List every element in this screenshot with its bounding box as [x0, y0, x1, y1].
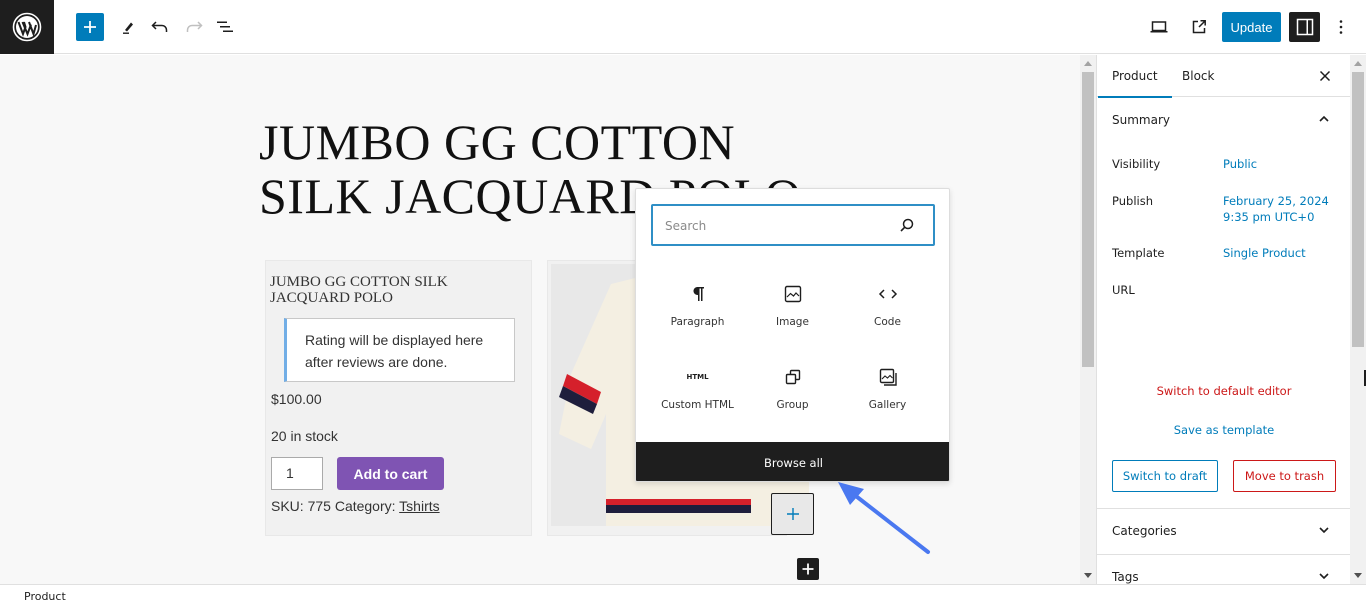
sidebar-icon: [1296, 18, 1313, 36]
desktop-icon: [1150, 21, 1168, 33]
sku-label: SKU:: [271, 498, 304, 514]
inserter-search[interactable]: [651, 204, 935, 246]
html-icon: HTML: [686, 373, 709, 381]
visibility-value[interactable]: Public: [1223, 156, 1257, 172]
rating-notice: Rating will be displayed here after revi…: [284, 318, 515, 382]
preview-button[interactable]: [1145, 13, 1173, 41]
scroll-down-arrow[interactable]: [1084, 573, 1092, 578]
category-link[interactable]: Tshirts: [399, 498, 439, 514]
wordpress-logo[interactable]: [0, 0, 54, 54]
redo-button[interactable]: [180, 13, 208, 41]
chevron-up-icon: [1319, 115, 1329, 122]
browse-all-button[interactable]: Browse all: [636, 442, 949, 481]
save-as-template-link[interactable]: Save as template: [1097, 423, 1350, 437]
tools-button[interactable]: [114, 13, 142, 41]
settings-toggle-button[interactable]: [1289, 12, 1320, 42]
scrollbar-thumb[interactable]: [1082, 72, 1094, 367]
summary-panel-toggle[interactable]: Summary: [1097, 97, 1350, 143]
switch-to-draft-button[interactable]: Switch to draft: [1112, 460, 1218, 492]
group-icon: [785, 369, 800, 385]
plus-icon: [84, 21, 96, 33]
product-price: $100.00: [271, 391, 322, 407]
template-value[interactable]: Single Product: [1223, 245, 1306, 261]
tab-block[interactable]: Block: [1182, 55, 1214, 97]
categories-title: Categories: [1112, 524, 1177, 538]
block-label: Code: [874, 316, 901, 328]
block-breadcrumb-bar: Product: [0, 584, 1366, 607]
categories-panel-toggle[interactable]: Categories: [1097, 508, 1350, 554]
undo-button[interactable]: [146, 13, 174, 41]
block-label: Gallery: [868, 399, 907, 411]
pencil-icon: [123, 22, 133, 34]
url-label: URL: [1112, 283, 1135, 297]
product-summary-column[interactable]: JUMBO GG COTTON SILK JACQUARD POLO Ratin…: [265, 260, 532, 536]
scroll-up-arrow[interactable]: [1354, 61, 1362, 66]
tab-product[interactable]: Product: [1098, 55, 1171, 98]
search-icon: [900, 218, 914, 232]
quick-inserter: Paragraph Image Code HTML Custom HTML Gr…: [635, 188, 950, 482]
scroll-up-arrow[interactable]: [1084, 61, 1092, 66]
code-icon: [878, 289, 897, 299]
more-vertical-icon: [1339, 20, 1343, 34]
options-button[interactable]: [1327, 13, 1355, 41]
publish-date: February 25, 2024: [1223, 194, 1329, 208]
block-group[interactable]: Group: [745, 359, 840, 429]
move-to-trash-button[interactable]: Move to trash: [1233, 460, 1336, 492]
tags-panel-toggle[interactable]: Tags: [1097, 554, 1350, 584]
plus-icon: [786, 508, 799, 520]
breadcrumb-item[interactable]: Product: [24, 590, 66, 603]
stock-status: 20 in stock: [271, 428, 338, 444]
switch-default-editor-link[interactable]: Switch to default editor: [1097, 384, 1350, 398]
default-block-appender[interactable]: [797, 558, 819, 580]
publish-time: 9:35 pm UTC+0: [1223, 210, 1315, 224]
update-button[interactable]: Update: [1222, 12, 1281, 42]
sidebar-tabs: Product Block: [1097, 55, 1350, 98]
plus-icon: [802, 563, 814, 575]
block-appender-button[interactable]: [771, 493, 814, 535]
publish-label: Publish: [1112, 194, 1153, 208]
visibility-label: Visibility: [1112, 157, 1161, 171]
block-label: Image: [776, 316, 809, 328]
block-gallery[interactable]: Gallery: [840, 359, 935, 429]
template-label: Template: [1112, 246, 1165, 260]
product-name: JUMBO GG COTTON SILK JACQUARD POLO: [270, 274, 448, 306]
redo-icon: [186, 21, 203, 32]
product-meta: SKU: 775 Category: Tshirts: [271, 498, 440, 514]
category-label: Category:: [334, 498, 396, 514]
view-post-button[interactable]: [1185, 13, 1213, 41]
chevron-down-icon: [1319, 573, 1329, 580]
scroll-down-arrow[interactable]: [1354, 573, 1362, 578]
close-icon[interactable]: [1317, 68, 1333, 84]
canvas-scrollbar[interactable]: [1080, 55, 1096, 584]
quantity-input[interactable]: 1: [271, 457, 323, 490]
block-image[interactable]: Image: [745, 276, 840, 346]
sidebar-scrollbar[interactable]: [1350, 55, 1366, 584]
image-icon: [784, 285, 801, 303]
block-label: Group: [776, 399, 809, 411]
editor-header: Update: [0, 0, 1366, 54]
block-paragraph[interactable]: Paragraph: [650, 276, 745, 346]
list-view-icon: [217, 21, 233, 32]
inserter-search-input[interactable]: [665, 216, 885, 236]
tags-title: Tags: [1112, 570, 1139, 584]
block-inserter-toggle[interactable]: [76, 13, 104, 41]
block-code[interactable]: Code: [840, 276, 935, 346]
gallery-icon: [879, 368, 897, 386]
wordpress-icon: [12, 12, 42, 42]
chevron-down-icon: [1319, 527, 1329, 534]
sku-value: 775: [307, 498, 331, 514]
external-link-icon: [1192, 20, 1206, 34]
summary-title: Summary: [1112, 113, 1170, 127]
block-label: Paragraph: [670, 316, 725, 328]
block-custom-html[interactable]: HTML Custom HTML: [650, 359, 745, 429]
list-view-button[interactable]: [211, 13, 239, 41]
undo-icon: [151, 21, 168, 32]
publish-date-button[interactable]: February 25, 2024 9:35 pm UTC+0: [1223, 193, 1329, 225]
settings-sidebar: Product Block Summary Visibility Public …: [1096, 55, 1350, 584]
add-to-cart-button[interactable]: Add to cart: [337, 457, 444, 490]
scrollbar-thumb[interactable]: [1352, 72, 1364, 347]
block-label: Custom HTML: [661, 399, 734, 411]
paragraph-icon: [692, 287, 704, 301]
